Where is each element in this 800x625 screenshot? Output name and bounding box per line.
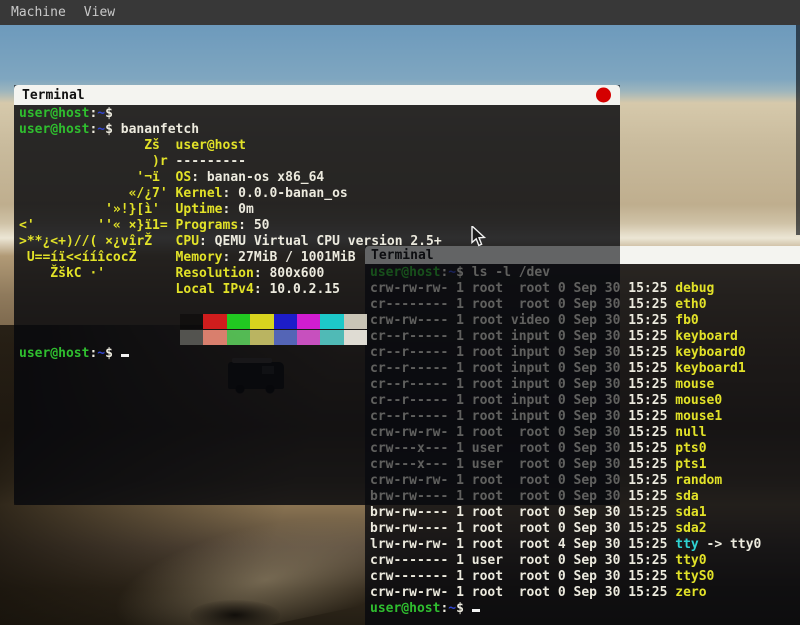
terminal-line: ŽškC ·' Resolution: 800x600 [19,266,615,282]
close-button[interactable] [596,88,611,103]
terminal-line: crw------- 1 root root 0 Sep 30 15:25 tt… [370,569,800,585]
terminal-line: lrw-rw-rw- 1 root root 4 Sep 30 15:25 tt… [370,537,800,553]
color-palette-block [203,314,226,329]
terminal-line: Zš user@host [19,138,615,154]
color-palette-block [274,314,297,329]
terminal-line: <' ''« ×}ï1= Programs: 50 [19,218,615,234]
menu-view[interactable]: View [84,5,115,20]
terminal-line: user@host:~$ [19,106,615,122]
terminal-window-1: Terminal user@host:~$ user@host:~$ banan… [14,85,620,505]
menu-bar: Machine View [0,0,800,25]
terminal-line: «/¿7' Kernel: 0.0.0-banan_os [19,186,615,202]
terminal-line: user@host:~$ [370,601,800,617]
terminal-line: user@host:~$ [19,346,615,362]
color-palette-block [203,330,226,345]
text-cursor [472,609,480,612]
color-palette-block [320,314,343,329]
color-palette-block [320,330,343,345]
terminal-line: )r --------- [19,154,615,170]
terminal-line: crw-rw-rw- 1 root root 0 Sep 30 15:25 ze… [370,585,800,601]
color-palette-block [297,330,320,345]
color-palette-block [227,314,250,329]
terminal-line: user@host:~$ bananfetch [19,122,615,138]
vm-screen: Machine View Terminal user@host:~$ ls -l… [0,0,800,625]
color-palette-block [250,330,273,345]
mouse-cursor [471,226,487,248]
terminal-line: crw------- 1 user root 0 Sep 30 15:25 tt… [370,553,800,569]
terminal-output-1[interactable]: user@host:~$ user@host:~$ bananfetch Zš … [14,105,620,505]
color-palette-block [274,330,297,345]
text-cursor [121,354,129,357]
terminal-line [19,314,615,330]
color-palette-block [180,314,203,329]
color-palette-block [180,330,203,345]
color-palette-row [180,314,367,329]
terminal-line: brw-rw---- 1 root root 0 Sep 30 15:25 sd… [370,521,800,537]
color-palette-block [344,314,367,329]
wallpaper-dark-bush [190,600,280,625]
color-palette-block [250,314,273,329]
terminal-line: U==íï<<ííîcocŽ Memory: 27MiB / 1001MiB [19,250,615,266]
terminal-line: Local IPv4: 10.0.2.15 [19,282,615,298]
color-palette-block [344,330,367,345]
color-palette-block [297,314,320,329]
terminal-line: >**¿<+)//( ×¿vîrŽ CPU: QEMU Virtual CPU … [19,234,615,250]
terminal-line: brw-rw---- 1 root root 0 Sep 30 15:25 sd… [370,505,800,521]
terminal-line: '¬ï OS: banan-os x86_64 [19,170,615,186]
window-titlebar-1[interactable]: Terminal [14,85,620,105]
window-title-1: Terminal [22,88,85,103]
terminal-line [19,298,615,314]
color-palette-row [180,330,367,345]
terminal-line [19,330,615,346]
color-palette-block [227,330,250,345]
wallpaper-right-edge-shadow [796,25,800,235]
terminal-line: '»!}[ì' Uptime: 0m [19,202,615,218]
menu-machine[interactable]: Machine [11,5,66,20]
